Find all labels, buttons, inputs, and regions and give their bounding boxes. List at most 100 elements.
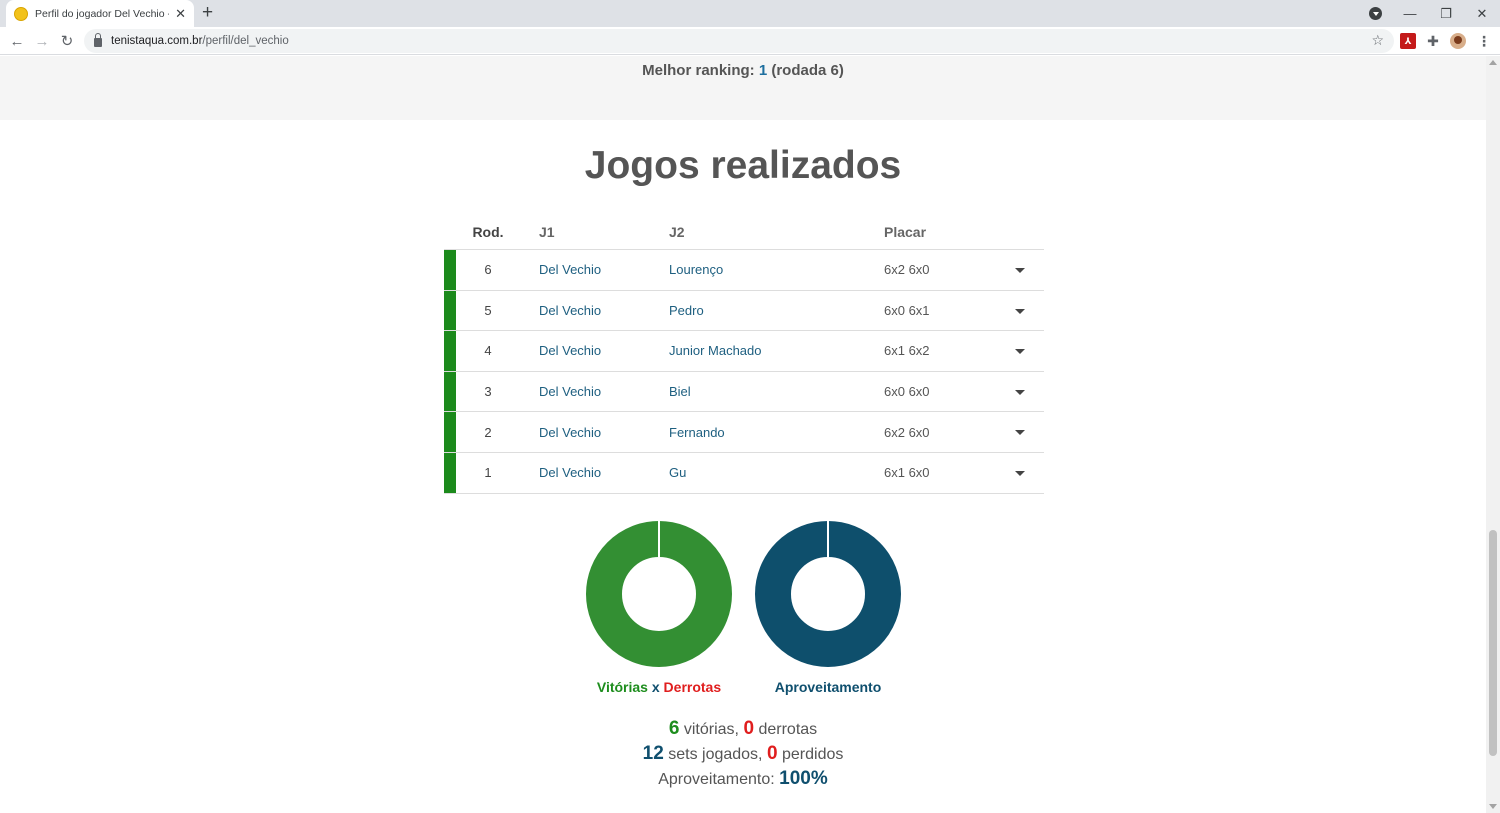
close-window-icon[interactable]: ✕ — [1464, 0, 1500, 27]
row-j2[interactable]: Junior Machado — [669, 343, 884, 358]
vs-label: x — [651, 679, 660, 695]
wins-count: 6 — [668, 718, 680, 739]
wins-losses-donut-svg — [586, 521, 732, 667]
row-rod: 4 — [484, 343, 492, 359]
row-rod: 1 — [484, 465, 492, 481]
ranking-section: Melhor ranking: 1 (rodada 6) — [0, 56, 1486, 120]
row-j1[interactable]: Del Vechio — [520, 465, 669, 480]
wins-label: Vitórias — [596, 679, 648, 695]
lost-sets-label: perdidos — [781, 746, 844, 763]
header-j1: J1 — [539, 223, 555, 240]
wins-losses-summary: 6 vitórias, 0 derrotas — [0, 718, 1486, 740]
performance-donut-svg — [755, 521, 901, 667]
table-row[interactable]: 4 Del Vechio Junior Machado 6x1 6x2 — [444, 331, 1044, 372]
row-placar: 6x2 6x0 — [884, 262, 930, 278]
scroll-thumb[interactable] — [1489, 530, 1497, 756]
row-j2[interactable]: Pedro — [669, 303, 884, 318]
scroll-up-icon[interactable] — [1489, 60, 1497, 65]
tennis-ball-favicon-icon — [14, 6, 28, 21]
table-row[interactable]: 1 Del Vechio Gu 6x1 6x0 — [444, 452, 1044, 494]
browser-toolbar: ← → ↻ tenistaqua.com.br/perfil/del_vechi… — [0, 27, 1500, 55]
performance-summary: Aproveitamento: 100% — [0, 768, 1486, 790]
address-bar[interactable]: tenistaqua.com.br/perfil/del_vechio ☆ — [84, 29, 1394, 53]
row-j1[interactable]: Del Vechio — [520, 343, 669, 358]
header-j2: J2 — [669, 223, 685, 240]
expand-caret-icon[interactable] — [1015, 308, 1025, 314]
lock-icon — [94, 33, 102, 47]
wins-losses-donut — [585, 520, 733, 668]
browser-tab[interactable]: Perfil do jogador Del Vechio - Te ✕ — [6, 0, 194, 27]
forward-arrow-icon[interactable]: → — [32, 31, 52, 51]
profile-avatar-icon[interactable] — [1450, 33, 1466, 49]
best-ranking: Melhor ranking: 1 (rodada 6) — [0, 62, 1486, 79]
performance-summary-label: Aproveitamento: — [658, 771, 775, 788]
url-host: tenistaqua.com.br — [111, 35, 203, 47]
tab-search-icon[interactable] — [1369, 7, 1382, 20]
tab-title: Perfil do jogador Del Vechio - Te — [35, 7, 169, 20]
menu-dots-icon[interactable]: ⋮ — [1476, 33, 1492, 49]
reload-icon[interactable]: ↻ — [57, 31, 77, 51]
expand-caret-icon[interactable] — [1015, 430, 1025, 436]
best-ranking-value: 1 — [758, 62, 768, 79]
win-indicator — [444, 452, 456, 493]
row-rod: 5 — [484, 302, 492, 318]
header-placar: Placar — [884, 223, 927, 240]
row-j2[interactable]: Gu — [669, 465, 884, 480]
row-j1[interactable]: Del Vechio — [520, 262, 669, 277]
wins-count-label: vitórias, — [683, 721, 739, 738]
table-row[interactable]: 3 Del Vechio Biel 6x0 6x0 — [444, 371, 1044, 413]
bookmark-star-icon[interactable]: ☆ — [1371, 32, 1384, 49]
row-j2[interactable]: Lourenço — [669, 262, 884, 277]
sets-count-label: sets jogados, — [668, 746, 763, 763]
row-placar: 6x1 6x2 — [884, 343, 930, 359]
performance-donut — [754, 520, 902, 668]
table-body: 6 Del Vechio Lourenço 6x2 6x0 5 Del Vechio Ped… — [444, 250, 1044, 494]
win-indicator — [444, 371, 456, 412]
header-rod: Rod. — [472, 223, 504, 240]
row-placar: 6x2 6x0 — [884, 424, 930, 440]
close-tab-icon[interactable]: ✕ — [175, 6, 186, 22]
tab-strip: Perfil do jogador Del Vechio - Te ✕ + — … — [0, 0, 1500, 27]
page-viewport: Melhor ranking: 1 (rodada 6) Jogos reali… — [0, 56, 1486, 813]
restore-icon[interactable]: ❐ — [1428, 0, 1464, 27]
back-arrow-icon[interactable]: ← — [7, 31, 27, 51]
page-title: Jogos realizados — [584, 144, 902, 187]
expand-caret-icon[interactable] — [1015, 389, 1025, 395]
extensions-puzzle-icon[interactable]: ✚ — [1425, 33, 1441, 49]
performance-summary-value: 100% — [779, 768, 828, 789]
minimize-icon[interactable]: — — [1392, 0, 1428, 27]
expand-caret-icon[interactable] — [1015, 268, 1025, 273]
table-row[interactable]: 5 Del Vechio Pedro 6x0 6x1 — [444, 290, 1044, 332]
row-rod: 6 — [484, 262, 492, 278]
win-indicator — [444, 412, 456, 452]
win-indicator — [444, 250, 456, 290]
losses-label: Derrotas — [663, 679, 722, 695]
pdf-extension-icon[interactable]: ⅄ — [1400, 33, 1416, 49]
row-rod: 2 — [484, 424, 492, 440]
page-scrollbar[interactable] — [1486, 56, 1500, 813]
losses-count: 0 — [743, 718, 755, 739]
expand-caret-icon[interactable] — [1015, 349, 1025, 355]
table-row[interactable]: 6 Del Vechio Lourenço 6x2 6x0 — [444, 250, 1044, 291]
url-path: /perfil/del_vechio — [202, 35, 289, 47]
row-placar: 6x1 6x0 — [884, 465, 930, 481]
row-j1[interactable]: Del Vechio — [520, 303, 669, 318]
sets-count: 12 — [642, 743, 664, 764]
performance-label: Aproveitamento — [774, 679, 882, 695]
losses-count-label: derrotas — [758, 721, 818, 738]
table-header: Rod. J1 J2 Placar — [444, 214, 1044, 250]
new-tab-icon[interactable]: + — [202, 3, 213, 23]
sets-summary: 12 sets jogados, 0 perdidos — [0, 743, 1486, 765]
row-placar: 6x0 6x1 — [884, 302, 930, 318]
row-j2[interactable]: Fernando — [669, 425, 884, 440]
best-ranking-detail: (rodada 6) — [771, 62, 844, 79]
row-j1[interactable]: Del Vechio — [520, 425, 669, 440]
expand-caret-icon[interactable] — [1015, 470, 1025, 476]
win-indicator — [444, 331, 456, 371]
table-row[interactable]: 2 Del Vechio Fernando 6x2 6x0 — [444, 412, 1044, 453]
row-j1[interactable]: Del Vechio — [520, 384, 669, 399]
row-j2[interactable]: Biel — [669, 384, 884, 399]
row-placar: 6x0 6x0 — [884, 384, 930, 400]
lost-sets-count: 0 — [766, 743, 778, 764]
scroll-down-icon[interactable] — [1489, 804, 1497, 809]
